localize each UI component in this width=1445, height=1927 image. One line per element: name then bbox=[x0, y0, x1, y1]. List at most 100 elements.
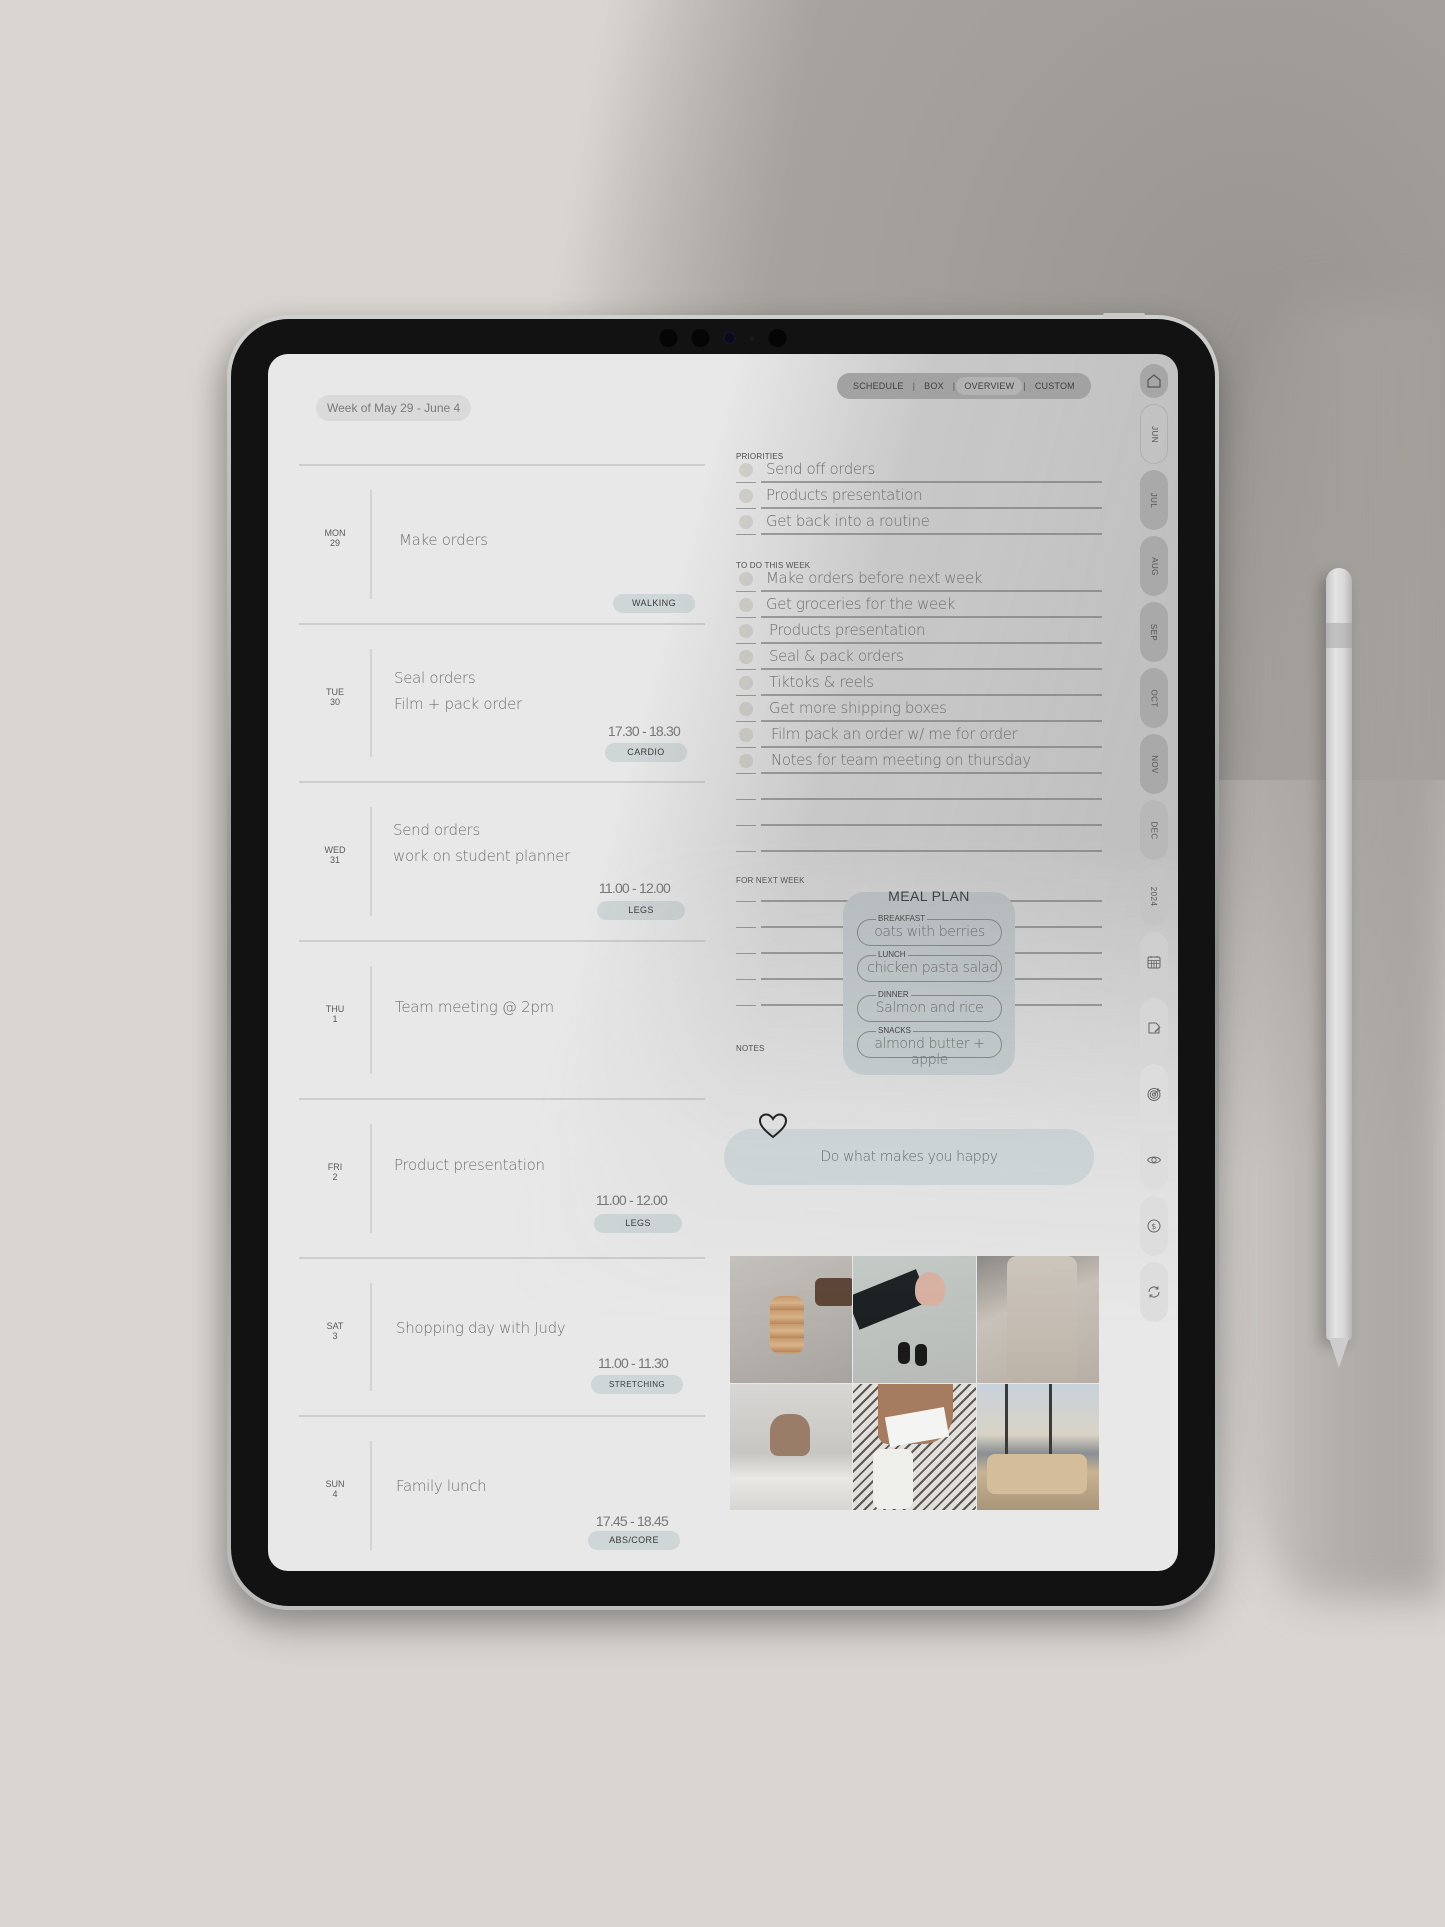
task-text: Team meeting @ 2pm bbox=[395, 997, 554, 1016]
todo-item[interactable]: Film pack an order w/ me for order bbox=[736, 722, 1102, 748]
month-sidebar: JUN JUL AUG SEP OCT NOV DEC 2024 $ bbox=[1140, 364, 1168, 1322]
priority-text: Products presentation bbox=[766, 486, 923, 504]
checkbox[interactable] bbox=[739, 676, 753, 690]
tab-label: SEP bbox=[1149, 623, 1159, 641]
day-date: 3 bbox=[332, 1330, 338, 1341]
pencil-band bbox=[1326, 623, 1352, 648]
time-range: 17.45 - 18.45 bbox=[595, 1513, 669, 1529]
checkbox[interactable] bbox=[739, 650, 753, 664]
checkbox[interactable] bbox=[739, 624, 753, 638]
priority-item[interactable]: Get back into a routine bbox=[736, 509, 1102, 535]
day-date: 1 bbox=[332, 1013, 338, 1024]
day-row-fri[interactable]: FRI 2 Product presentation 11.00 - 12.00 … bbox=[299, 1098, 705, 1257]
task-text: work on student planner bbox=[393, 847, 571, 865]
priority-item[interactable]: Products presentation bbox=[736, 483, 1102, 509]
checkbox[interactable] bbox=[739, 489, 753, 503]
sidebar-goals[interactable] bbox=[1140, 1064, 1168, 1124]
workout-tag[interactable]: CARDIO bbox=[605, 742, 687, 762]
todo-text: Products presentation bbox=[769, 621, 926, 639]
checkbox[interactable] bbox=[739, 728, 753, 742]
todo-item[interactable]: Products presentation bbox=[736, 618, 1102, 644]
checkbox[interactable] bbox=[739, 463, 753, 477]
line-stub bbox=[736, 534, 756, 535]
checkbox[interactable] bbox=[739, 572, 753, 586]
workout-tag[interactable]: LEGS bbox=[594, 1214, 682, 1233]
tab-custom[interactable]: CUSTOM bbox=[1027, 377, 1083, 395]
photo-hand-loafers bbox=[853, 1256, 976, 1383]
day-date: 4 bbox=[332, 1489, 338, 1499]
day-tasks: Product presentation bbox=[394, 1152, 545, 1178]
todo-empty-line[interactable] bbox=[736, 826, 1102, 852]
sidebar-tab-dec[interactable]: DEC bbox=[1140, 800, 1168, 860]
sidebar-home[interactable] bbox=[1140, 364, 1168, 398]
todo-item[interactable]: Notes for team meeting on thursday bbox=[736, 748, 1102, 774]
sidebar-tab-sep[interactable]: SEP bbox=[1140, 602, 1168, 662]
todo-text: Make orders before next week bbox=[766, 569, 983, 587]
tab-schedule[interactable]: SCHEDULE bbox=[845, 377, 912, 395]
sidebar-tab-oct[interactable]: OCT bbox=[1140, 668, 1168, 728]
sidebar-habits[interactable] bbox=[1140, 1262, 1168, 1322]
sidebar-tab-nov[interactable]: NOV bbox=[1140, 734, 1168, 794]
day-divider bbox=[370, 490, 372, 599]
tab-box[interactable]: BOX bbox=[916, 377, 952, 395]
meal-breakfast[interactable]: BREAKFAST oats with berries bbox=[857, 914, 1002, 946]
todo-text: Get more shipping boxes bbox=[769, 699, 947, 717]
workout-tag[interactable]: WALKING bbox=[613, 594, 695, 613]
week-label[interactable]: Week of May 29 - June 4 bbox=[316, 395, 472, 421]
tab-label: JUL bbox=[1149, 492, 1159, 508]
checkbox[interactable] bbox=[739, 702, 753, 716]
sidebar-finance[interactable]: $ bbox=[1140, 1196, 1168, 1256]
day-label: WED 31 bbox=[299, 845, 371, 865]
workout-tag[interactable]: ABS/CORE bbox=[588, 1531, 680, 1550]
day-tasks: Shopping day with Judy bbox=[396, 1315, 566, 1341]
workout-tag[interactable]: LEGS bbox=[597, 901, 685, 920]
todo-text: Get groceries for the week bbox=[766, 595, 955, 613]
photo-iced-coffee bbox=[730, 1256, 853, 1383]
meal-snacks[interactable]: SNACKS almond butter + apple bbox=[857, 1026, 1002, 1068]
tab-overview[interactable]: OVERVIEW bbox=[956, 377, 1023, 395]
checkbox[interactable] bbox=[739, 598, 753, 612]
sidebar-tab-jul[interactable]: JUL bbox=[1140, 470, 1168, 530]
tab-label: DEC bbox=[1149, 820, 1159, 840]
todo-empty-line[interactable] bbox=[736, 800, 1102, 826]
sidebar-vision[interactable] bbox=[1140, 1130, 1168, 1190]
refresh-icon bbox=[1148, 1286, 1160, 1298]
day-row-sun[interactable]: SUN 4 Family lunch 17.45 - 18.45 ABS/CORE bbox=[299, 1415, 705, 1571]
meal-lunch[interactable]: LUNCH chicken pasta salad bbox=[857, 950, 1002, 982]
todo-item[interactable]: Get more shipping boxes bbox=[736, 696, 1102, 722]
sidebar-tab-jun[interactable]: JUN bbox=[1140, 404, 1168, 464]
priority-item[interactable]: Send off orders bbox=[736, 457, 1102, 483]
task-text: Film + pack order bbox=[394, 694, 522, 713]
week-days: MON 29 Make orders WALKING TUE 30 Seal ord… bbox=[299, 464, 705, 1571]
sidebar-calendar[interactable] bbox=[1140, 932, 1168, 992]
todo-item[interactable]: Get groceries for the week bbox=[736, 592, 1102, 618]
meal-plan-title: MEAL PLAN bbox=[888, 888, 970, 904]
camera-sensor bbox=[659, 329, 678, 347]
day-row-tue[interactable]: TUE 30 Seal orders Film + pack order 17.30… bbox=[299, 622, 705, 782]
day-name: THU bbox=[325, 1003, 345, 1014]
todo-item[interactable]: Seal & pack orders bbox=[736, 644, 1102, 670]
sidebar-tab-2024[interactable]: 2024 bbox=[1140, 866, 1168, 926]
day-row-sat[interactable]: SAT 3 Shopping day with Judy 11.00 - 11.3… bbox=[299, 1256, 705, 1416]
todo-empty-line[interactable] bbox=[736, 774, 1102, 800]
day-name: MON bbox=[324, 528, 346, 538]
checkbox[interactable] bbox=[739, 754, 753, 768]
day-tasks: Send orders work on student planner bbox=[393, 817, 570, 869]
day-date: 29 bbox=[329, 538, 340, 548]
sidebar-tab-aug[interactable]: AUG bbox=[1140, 536, 1168, 596]
photo-city-bedroom bbox=[976, 1383, 1099, 1510]
loafer bbox=[915, 1344, 928, 1366]
handbag bbox=[815, 1278, 853, 1306]
sidebar-notes[interactable] bbox=[1140, 998, 1168, 1058]
meal-dinner[interactable]: DINNER Salmon and rice bbox=[857, 990, 1002, 1022]
workout-tag[interactable]: STRETCHING bbox=[591, 1374, 683, 1394]
day-row-thu[interactable]: THU 1 Team meeting @ 2pm bbox=[299, 939, 705, 1099]
todo-item[interactable]: Make orders before next week bbox=[736, 566, 1102, 592]
todo-item[interactable]: Tiktoks & reels bbox=[736, 670, 1102, 696]
camera-sensor bbox=[768, 329, 787, 347]
hand bbox=[915, 1272, 946, 1306]
time-range: 11.00 - 12.00 bbox=[595, 1192, 668, 1208]
checkbox[interactable] bbox=[739, 515, 753, 529]
day-row-mon[interactable]: MON 29 Make orders WALKING bbox=[299, 464, 705, 623]
day-row-wed[interactable]: WED 31 Send orders work on student planner… bbox=[299, 781, 705, 940]
